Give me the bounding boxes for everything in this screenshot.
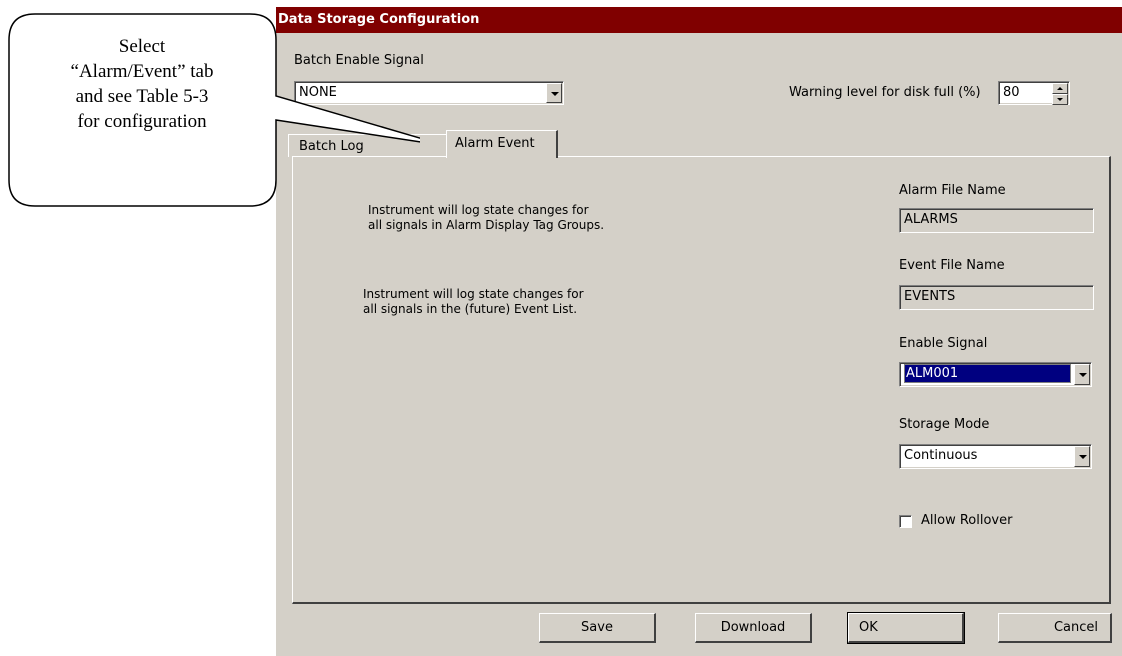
storage-mode-dropdown-button[interactable]: [1074, 446, 1090, 467]
cancel-button[interactable]: Cancel: [998, 613, 1112, 643]
alarm-file-value: ALARMS: [904, 212, 958, 227]
warning-level-label: Warning level for disk full (%): [789, 85, 981, 100]
spin-down-button[interactable]: [1052, 94, 1068, 105]
allow-rollover-label: Allow Rollover: [921, 513, 1013, 528]
warning-level-spinner[interactable]: 80: [998, 81, 1070, 105]
callout-text: Select “Alarm/Event” tab and see Table 5…: [10, 34, 274, 134]
callout-line1: Select: [118, 36, 166, 57]
download-button[interactable]: Download: [695, 613, 812, 643]
enable-signal-label: Enable Signal: [899, 336, 988, 351]
save-button[interactable]: Save: [539, 613, 656, 643]
callout-line4: for configuration: [77, 111, 207, 132]
warning-level-value: 80: [1003, 85, 1020, 100]
tab-alarm-event-label: Alarm Event: [455, 136, 535, 151]
enable-signal-select[interactable]: ALM001: [899, 362, 1092, 387]
event-note-line1: Instrument will log state changes for: [363, 287, 584, 301]
storage-mode-value: Continuous: [904, 448, 978, 463]
event-note-line2: all signals in the (future) Event List.: [363, 302, 578, 316]
alarm-file-label: Alarm File Name: [899, 183, 1006, 198]
storage-mode-select[interactable]: Continuous: [899, 444, 1092, 469]
batch-enable-dropdown-button[interactable]: [546, 83, 562, 103]
tab-alarm-event[interactable]: Alarm Event: [446, 130, 558, 158]
event-file-label: Event File Name: [899, 258, 1005, 273]
event-file-value: EVENTS: [904, 289, 956, 304]
ok-button[interactable]: OK: [847, 612, 965, 644]
storage-mode-label: Storage Mode: [899, 417, 990, 432]
callout-line2: “Alarm/Event” tab: [70, 61, 214, 82]
alarm-note-line2: all signals in Alarm Display Tag Groups.: [368, 218, 605, 232]
spin-up-button[interactable]: [1052, 83, 1068, 94]
enable-signal-dropdown-button[interactable]: [1074, 364, 1090, 385]
alarm-file-field[interactable]: ALARMS: [899, 208, 1094, 233]
enable-signal-value: ALM001: [904, 364, 1071, 383]
allow-rollover-checkbox[interactable]: [899, 515, 912, 528]
callout-line3: and see Table 5-3: [75, 86, 209, 107]
event-file-field[interactable]: EVENTS: [899, 285, 1094, 310]
